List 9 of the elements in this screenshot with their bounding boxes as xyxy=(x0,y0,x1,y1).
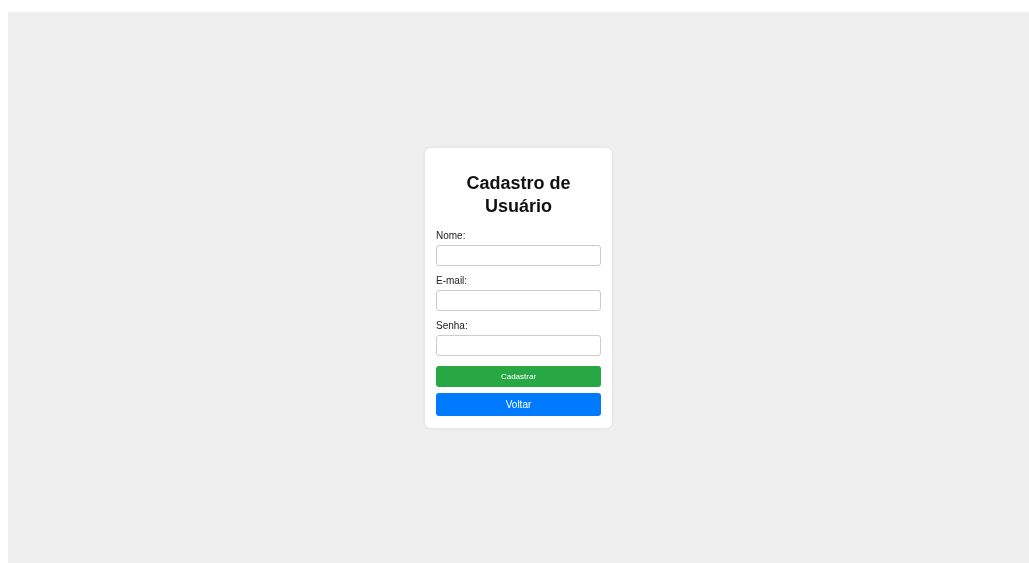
input-field[interactable] xyxy=(436,334,601,356)
input-field[interactable] xyxy=(436,244,601,266)
submit-button[interactable]: Cadastrar xyxy=(436,365,601,387)
field-label: Nome: xyxy=(436,229,466,242)
input-field[interactable] xyxy=(436,289,601,311)
field-label: E-mail: xyxy=(436,274,468,287)
back-button[interactable]: Voltar xyxy=(436,392,601,416)
form-title: Cadastro de Usuário xyxy=(465,171,572,218)
field-label: Senha: xyxy=(436,319,468,332)
